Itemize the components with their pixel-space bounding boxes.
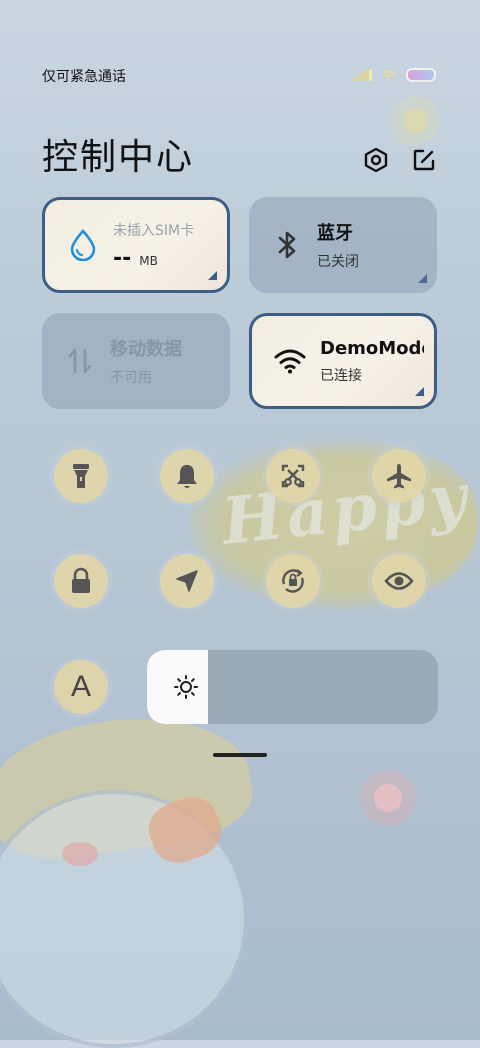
wifi-network-name: DemoMode (320, 337, 424, 359)
bell-icon (177, 465, 197, 488)
bluetooth-label: 蓝牙 (317, 223, 353, 244)
wallpaper-flower-top (390, 96, 440, 146)
location-toggle[interactable] (160, 554, 214, 608)
mobile-data-status: 不可用 (110, 370, 152, 386)
font-size-toggle[interactable]: A (54, 660, 108, 714)
auto-rotate-toggle[interactable] (266, 554, 320, 608)
wallpaper-duck-hat (0, 702, 258, 868)
wifi-status-icon (382, 70, 396, 80)
edit-button[interactable] (410, 146, 438, 174)
wallpaper-flower (360, 770, 416, 826)
bluetooth-icon (271, 229, 303, 261)
airplane-mode-toggle[interactable] (372, 449, 426, 503)
rotation-lock-icon (282, 569, 304, 593)
wallpaper-duck-cheek (62, 842, 98, 866)
wifi-status: 已连接 (320, 367, 362, 384)
signal-icon (354, 69, 372, 81)
mute-toggle[interactable] (160, 449, 214, 503)
wallpaper-duck-body (0, 790, 248, 1048)
flashlight-icon (73, 464, 89, 488)
screenshot-toggle[interactable] (266, 449, 320, 503)
mobile-data-label: 移动数据 (110, 339, 182, 360)
wifi-icon (274, 345, 306, 377)
water-drop-icon (67, 229, 99, 261)
tile-expand-corner-icon (208, 271, 217, 280)
reading-mode-toggle[interactable] (372, 554, 426, 608)
location-arrow-icon (176, 570, 198, 592)
bluetooth-tile[interactable]: 蓝牙 已关闭 (249, 197, 437, 293)
sun-icon (174, 675, 198, 699)
settings-icon (364, 147, 388, 173)
home-indicator[interactable] (213, 753, 267, 757)
status-icons (354, 68, 436, 82)
flashlight-toggle[interactable] (54, 449, 108, 503)
lock-screen-toggle[interactable] (54, 554, 108, 608)
data-usage-unit: MB (139, 253, 158, 268)
screenshot-scissors-icon (281, 464, 305, 488)
wifi-tile[interactable]: DemoMode 已连接 (249, 313, 437, 409)
tile-expand-corner-icon (415, 387, 424, 396)
wallpaper-duck-beak (141, 789, 229, 871)
eye-icon (384, 572, 414, 590)
lock-icon (72, 567, 90, 593)
page-title: 控制中心 (42, 137, 195, 178)
mobile-data-tile[interactable]: 移动数据 不可用 (42, 313, 230, 409)
settings-button[interactable] (362, 146, 390, 174)
sim-status-label: 未插入SIM卡 (113, 222, 195, 239)
data-usage-value: -- (113, 245, 132, 271)
tile-expand-corner-icon (418, 274, 427, 283)
font-size-icon: A (70, 670, 91, 703)
airplane-icon (387, 464, 411, 489)
brightness-slider[interactable] (147, 650, 438, 724)
battery-icon (406, 68, 436, 82)
data-arrows-icon (64, 345, 96, 377)
sim-data-usage-tile[interactable]: 未插入SIM卡 -- MB (42, 197, 230, 293)
edit-icon (413, 149, 435, 171)
carrier-status-text: 仅可紧急通话 (42, 69, 126, 85)
bluetooth-status: 已关闭 (317, 254, 359, 270)
wallpaper-happy-text: Happy (218, 459, 474, 560)
